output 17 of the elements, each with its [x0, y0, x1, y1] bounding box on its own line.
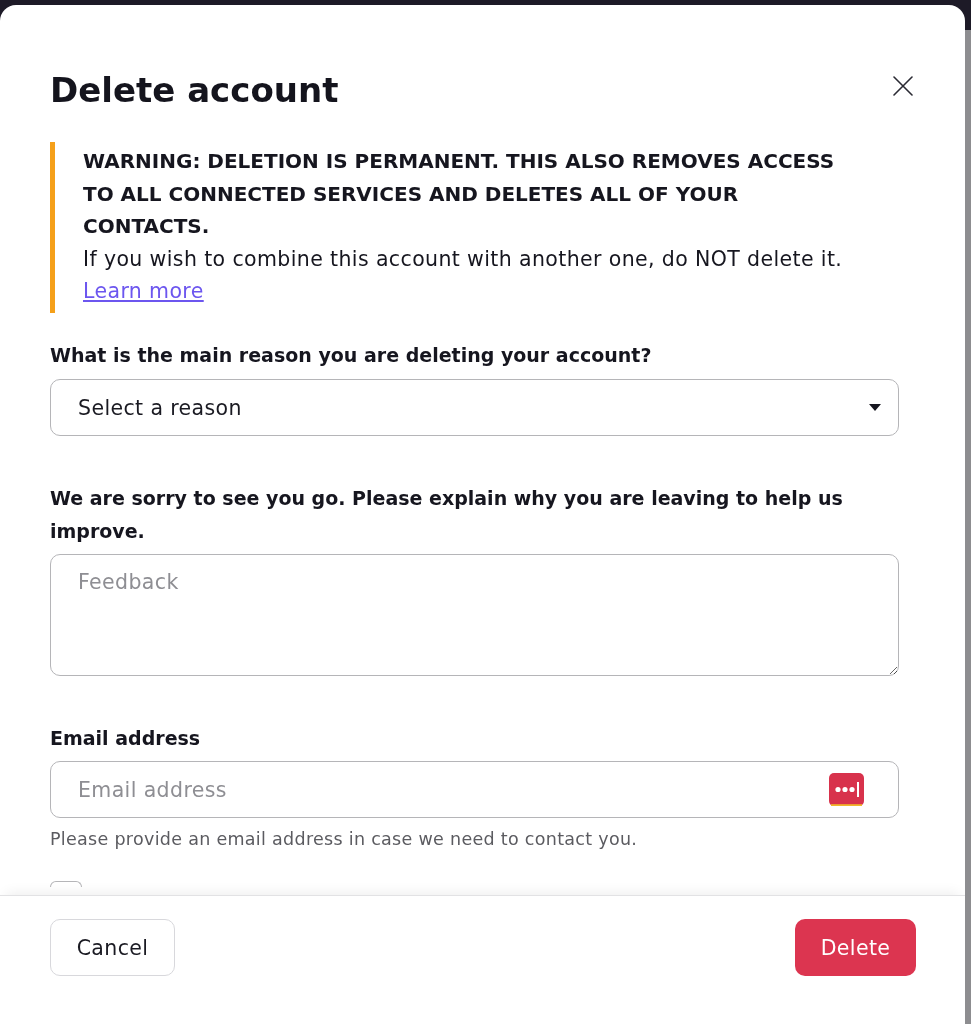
dialog-title: Delete account	[50, 69, 339, 112]
feedback-field[interactable]: Feedback	[50, 553, 899, 676]
close-icon	[893, 76, 913, 96]
caret-icon	[869, 404, 881, 411]
help-text: Please provide an email address in case we need to contact you.	[50, 828, 639, 850]
field-label: What is the main reason you are deleting your account?	[50, 342, 653, 368]
reason-select[interactable]: Select a reason	[50, 379, 899, 436]
warning-heading: WARNING: DELETION IS PERMANENT. THIS ALSO REMOVES ACCESS TO ALL CONNECTED SERVICES AND DELETES ALL OF YOUR CONTACTS.	[83, 148, 836, 240]
checkbox[interactable]	[50, 881, 82, 887]
learn-more-link[interactable]: Learn more	[83, 279, 204, 303]
dots-icon[interactable]	[829, 773, 864, 806]
cancel-button[interactable]: Cancel	[50, 919, 175, 976]
field-label: We are sorry to see you go. Please explain why you are leaving to help us improve.	[50, 486, 844, 544]
delete-button[interactable]: Delete	[795, 919, 916, 976]
warning-text: If you wish to combine this account with another one, do NOT delete it.	[83, 245, 844, 273]
field-label: Email address	[50, 725, 202, 751]
email-field[interactable]: Email address	[50, 761, 899, 818]
